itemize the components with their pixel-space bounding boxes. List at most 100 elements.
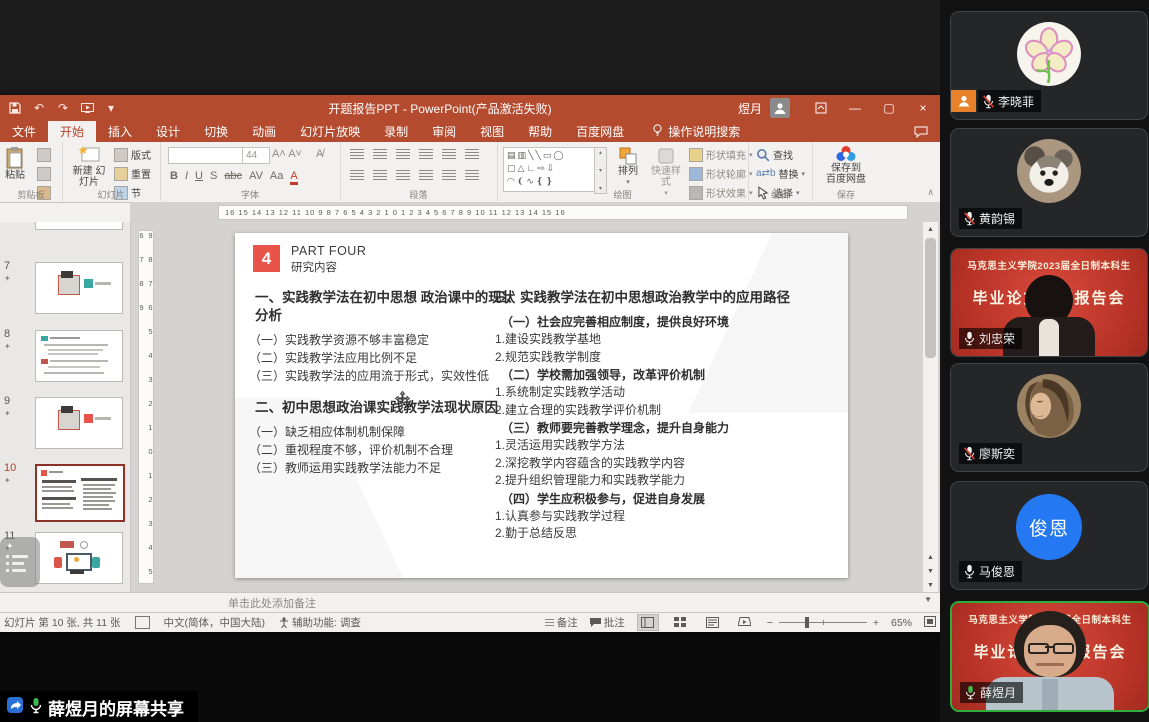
tab-file[interactable]: 文件 <box>0 121 48 142</box>
tab-animations[interactable]: 动画 <box>240 121 288 142</box>
tab-baidu-netdisk[interactable]: 百度网盘 <box>564 121 636 142</box>
tab-review[interactable]: 审阅 <box>420 121 468 142</box>
decrease-indent-icon[interactable] <box>396 149 410 160</box>
accessibility-status[interactable]: 辅助功能: 调查 <box>279 615 361 630</box>
replace-button[interactable]: a⇄b替换▾ <box>756 166 805 181</box>
zoom-slider[interactable]: − + <box>767 617 879 629</box>
account-name[interactable]: 煜月 <box>738 100 762 117</box>
slide-canvas[interactable]: 4 PART FOUR 研究内容 一、实践教学法在初中思想 政治课中的现状分析 … <box>235 233 848 578</box>
previous-slide-button[interactable]: ▲ <box>923 550 938 564</box>
line-spacing-icon[interactable] <box>442 149 456 160</box>
shape-gallery[interactable]: ▤▥╲╲▭◯ ▢△∟⇨⇩ ◠❨∿❴❵ <box>503 147 597 192</box>
tab-view[interactable]: 视图 <box>468 121 516 142</box>
increase-indent-icon[interactable] <box>419 149 433 160</box>
participant-tile[interactable]: 李晓菲 <box>950 11 1148 120</box>
zoom-in-button[interactable]: + <box>873 617 879 629</box>
align-center-icon[interactable] <box>373 170 387 181</box>
copy-icon[interactable] <box>37 167 51 181</box>
bold-button[interactable]: B <box>170 170 178 182</box>
maximize-button[interactable]: ▢ <box>872 95 906 121</box>
find-button[interactable]: 查找 <box>756 147 805 162</box>
shadow-button[interactable]: S <box>210 170 217 182</box>
font-name-box[interactable] <box>168 147 244 164</box>
reading-view-button[interactable] <box>703 615 723 630</box>
underline-button[interactable]: U <box>195 170 203 182</box>
screen-share-banner[interactable]: 薛煜月的屏幕共享 <box>0 691 198 722</box>
tab-transitions[interactable]: 切换 <box>192 121 240 142</box>
thumbnail-slide-7[interactable] <box>35 262 123 314</box>
redo-button[interactable]: ↷ <box>56 101 70 115</box>
notes-placeholder[interactable]: 单击此处添加备注 <box>228 595 316 611</box>
zoom-level[interactable]: 65% <box>891 617 912 629</box>
arrange-button[interactable]: 排列▾ <box>613 146 643 188</box>
new-slide-button[interactable]: 新建 幻灯片 <box>72 146 106 188</box>
scroll-down-button[interactable]: ▼ <box>923 578 938 592</box>
columns-icon[interactable] <box>442 170 456 181</box>
thumbnail-slide-11[interactable] <box>35 532 123 584</box>
thumbnail-slide-6-partial[interactable] <box>35 222 123 230</box>
layout-button[interactable]: 版式 <box>114 147 151 162</box>
shape-row-2[interactable]: ▢△∟⇨⇩ <box>507 162 593 175</box>
font-color-button[interactable]: A <box>290 170 297 185</box>
shape-row-3[interactable]: ◠❨∿❴❵ <box>507 175 593 188</box>
reset-button[interactable]: 重置 <box>114 166 151 181</box>
strikethrough-button[interactable]: abc <box>224 170 242 182</box>
char-spacing-button[interactable]: AV <box>249 170 263 182</box>
tab-help[interactable]: 帮助 <box>516 121 564 142</box>
align-right-icon[interactable] <box>396 170 410 181</box>
language-status[interactable]: 中文(简体，中国大陆) <box>164 615 266 630</box>
normal-view-button[interactable] <box>637 614 659 631</box>
ppt-titlebar[interactable]: ↶ ↷ ▾ 开题报告PPT - PowerPoint(产品激活失败) 煜月 — … <box>0 95 940 121</box>
tell-me-search[interactable]: 操作说明搜索 <box>652 121 740 142</box>
text-direction-icon[interactable] <box>465 149 479 160</box>
tab-home[interactable]: 开始 <box>48 121 96 142</box>
participant-sidebar[interactable]: 李晓菲 黄韵锡 <box>940 0 1149 722</box>
clear-formatting-icon[interactable]: A̸ <box>316 148 323 160</box>
slide-counter[interactable]: 幻灯片 第 10 张, 共 11 张 <box>4 615 121 630</box>
thumbnail-slide-8[interactable] <box>35 330 123 382</box>
tab-design[interactable]: 设计 <box>144 121 192 142</box>
qat-customize-dropdown[interactable]: ▾ <box>104 101 118 115</box>
zoom-out-button[interactable]: − <box>767 617 773 629</box>
account-avatar[interactable] <box>770 98 790 118</box>
notes-pane[interactable]: 单击此处添加备注 ▼ <box>0 592 940 613</box>
grow-shrink-font-icons[interactable]: A˄ A˅ <box>272 148 302 160</box>
participant-tile-active-speaker[interactable]: 马克思主义学院2023届全日制本科生 毕业论文开题报告会 薛煜月 <box>950 601 1149 712</box>
scroll-up-button[interactable]: ▲ <box>923 222 938 236</box>
shape-row-1[interactable]: ▤▥╲╲▭◯ <box>507 149 593 162</box>
zoom-slider-thumb[interactable] <box>805 617 809 628</box>
slide-sorter-view-button[interactable] <box>671 615 691 630</box>
participant-tile[interactable]: 廖斯奕 <box>950 363 1148 472</box>
comments-toggle-button[interactable]: 批注 <box>590 615 625 630</box>
next-slide-button[interactable]: ▼ <box>923 564 938 578</box>
vertical-ruler[interactable]: 9 8 7 6 5 4 3 2 1 0 1 2 3 4 5 6 7 8 9 <box>138 230 154 584</box>
minimize-button[interactable]: — <box>838 95 872 121</box>
smartart-convert-icon[interactable] <box>465 170 479 181</box>
participant-tile[interactable]: 黄韵锡 <box>950 128 1148 237</box>
numbering-icon[interactable] <box>373 149 387 160</box>
participant-tile[interactable]: 马克思主义学院2023届全日制本科生 毕业论文开题报告会 刘忠荣 <box>950 248 1148 357</box>
paste-button[interactable]: 粘贴 <box>5 146 25 181</box>
bullets-icon[interactable] <box>350 149 364 160</box>
font-size-box[interactable]: 44 <box>242 147 270 164</box>
shape-fill-button[interactable]: 形状填充▾ <box>689 147 753 162</box>
save-to-baidu-netdisk-button[interactable]: 保存到 百度网盘 <box>822 145 870 185</box>
slideshow-from-start-icon[interactable] <box>80 101 94 115</box>
tab-insert[interactable]: 插入 <box>96 121 144 142</box>
tab-slideshow[interactable]: 幻灯片放映 <box>288 121 372 142</box>
tab-record[interactable]: 录制 <box>372 121 420 142</box>
undo-button[interactable]: ↶ <box>32 101 46 115</box>
thumbnail-slide-9[interactable] <box>35 397 123 449</box>
shape-gallery-scroll[interactable]: ▴▾▾ <box>594 147 607 194</box>
cut-icon[interactable] <box>37 148 51 162</box>
floating-list-overlay[interactable]: ✦ <box>0 537 40 587</box>
participant-tile[interactable]: 俊恩 马俊恩 <box>950 481 1148 590</box>
fit-to-window-button[interactable] <box>924 616 936 630</box>
vertical-scrollbar[interactable]: ▲ ▲ ▼ ▼ <box>922 222 938 592</box>
save-icon[interactable] <box>8 101 22 115</box>
comments-bubble-icon[interactable] <box>914 121 928 142</box>
italic-button[interactable]: I <box>185 170 188 182</box>
thumbnail-slide-10-selected[interactable] <box>35 464 125 522</box>
collapse-ribbon-button[interactable]: ∧ <box>927 187 934 198</box>
horizontal-ruler[interactable]: 16 15 14 13 12 11 10 9 8 7 6 5 4 3 2 1 0… <box>218 205 908 220</box>
